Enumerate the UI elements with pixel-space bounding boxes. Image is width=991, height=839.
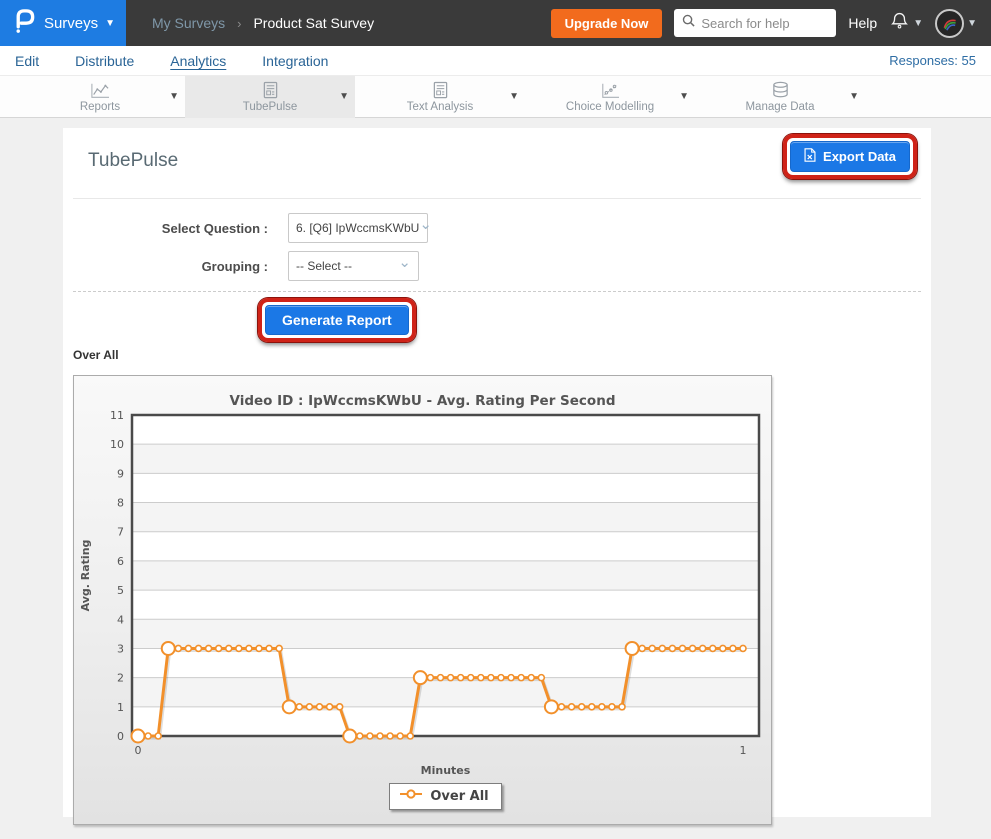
nav-item-distribute[interactable]: Distribute (75, 53, 134, 69)
dashed-divider (73, 291, 921, 292)
brand-product-label: Surveys (44, 15, 98, 32)
card-header: TubePulse Export Data (63, 128, 931, 186)
tab-label: Reports (80, 101, 120, 113)
avatar (935, 9, 964, 38)
responses-count: Responses: 55 (889, 53, 976, 68)
breadcrumb: My Surveys › Product Sat Survey (152, 15, 374, 31)
svg-text:6: 6 (117, 555, 124, 568)
chevron-down-icon[interactable]: ▼ (679, 91, 689, 102)
select-question-label: Select Question : (73, 221, 268, 236)
report-doc-icon (262, 81, 279, 100)
overall-section-label: Over All (73, 348, 931, 362)
breadcrumb-current-survey: Product Sat Survey (253, 15, 374, 31)
account-menu[interactable]: ▼ (935, 9, 977, 38)
svg-text:1: 1 (117, 701, 124, 714)
svg-text:0: 0 (135, 744, 142, 757)
breadcrumb-my-surveys[interactable]: My Surveys (152, 15, 225, 31)
legend-series-marker-icon (400, 787, 422, 805)
legend-series-label: Over All (430, 789, 488, 804)
tab-label: Choice Modelling (566, 101, 654, 113)
notifications-menu[interactable]: ▼ (889, 10, 923, 37)
tab-label: TubePulse (243, 101, 298, 113)
excel-file-icon (804, 148, 816, 165)
tubepulse-chart-panel: Video ID : IpWccmsKWbU - Avg. Rating Per… (73, 375, 772, 825)
grouping-dropdown[interactable]: -- Select -- ⌄ (288, 251, 419, 281)
svg-text:Avg. Rating: Avg. Rating (79, 540, 92, 612)
annotation-highlight-export: Export Data (783, 134, 917, 179)
svg-text:4: 4 (117, 613, 124, 626)
svg-text:3: 3 (117, 642, 124, 655)
scatter-chart-icon (599, 81, 621, 100)
page-title: TubePulse (88, 150, 178, 171)
rating-line-chart: 0 1 2 3 4 5 6 7 8 9 10 11 Avg. Rating 0 1 (74, 409, 771, 761)
select-question-row: Select Question : 6. [Q6] IpWccmsKWbU ⌄ (73, 213, 931, 243)
svg-text:9: 9 (117, 467, 124, 480)
svg-text:11: 11 (110, 409, 124, 422)
breadcrumb-separator-icon: › (237, 16, 241, 31)
line-chart-icon (89, 81, 111, 100)
tab-label: Manage Data (745, 101, 814, 113)
chevron-down-icon: ▼ (105, 18, 115, 29)
database-icon (771, 81, 790, 100)
svg-text:7: 7 (117, 526, 124, 539)
bell-icon (889, 10, 910, 37)
brand-menu[interactable]: Surveys ▼ (0, 0, 126, 46)
upgrade-now-button[interactable]: Upgrade Now (551, 9, 663, 38)
chevron-down-icon: ⌄ (398, 259, 411, 267)
topnav-right-group: Upgrade Now Help ▼ (551, 9, 991, 38)
select-question-value: 6. [Q6] IpWccmsKWbU (296, 221, 419, 235)
tab-label: Text Analysis (407, 101, 473, 113)
grouping-row: Grouping : -- Select -- ⌄ (73, 251, 931, 281)
chart-title: Video ID : IpWccmsKWbU - Avg. Rating Per… (74, 376, 771, 409)
generate-report-button[interactable]: Generate Report (265, 305, 409, 335)
help-search[interactable] (674, 9, 836, 37)
select-question-dropdown[interactable]: 6. [Q6] IpWccmsKWbU ⌄ (288, 213, 428, 243)
grouping-label: Grouping : (73, 259, 268, 274)
chevron-down-icon: ⌄ (419, 221, 432, 229)
annotation-highlight-generate: Generate Report (258, 298, 416, 342)
chevron-down-icon: ▼ (967, 18, 977, 29)
questionpro-logo-icon (11, 5, 37, 42)
tab-reports[interactable]: Reports ▼ (15, 76, 185, 118)
tab-text-analysis[interactable]: Text Analysis ▼ (355, 76, 525, 118)
search-icon (682, 14, 695, 32)
export-data-button[interactable]: Export Data (790, 141, 910, 172)
export-data-label: Export Data (823, 149, 896, 164)
report-doc-icon (432, 81, 449, 100)
chevron-down-icon[interactable]: ▼ (849, 91, 859, 102)
svg-text:10: 10 (110, 438, 124, 451)
svg-text:8: 8 (117, 497, 124, 510)
nav-item-edit[interactable]: Edit (15, 53, 39, 69)
legend-item-overall[interactable]: Over All (389, 783, 501, 810)
svg-text:0: 0 (117, 730, 124, 743)
content-card: TubePulse Export Data Select Quest (63, 128, 931, 817)
analytics-tabbar: Reports▼TubePulse▼Text Analysis▼Choice M… (0, 76, 991, 118)
chevron-down-icon[interactable]: ▼ (339, 91, 349, 102)
tab-tubepulse[interactable]: TubePulse ▼ (185, 76, 355, 118)
nav-item-integration[interactable]: Integration (262, 53, 328, 69)
survey-section-nav: Edit Distribute Analytics Integration Respo… (0, 46, 991, 76)
tab-choice-modelling[interactable]: Choice Modelling ▼ (525, 76, 695, 118)
svg-text:5: 5 (117, 584, 124, 597)
page: Surveys ▼ My Surveys › Product Sat Surve… (0, 0, 991, 839)
chart-legend: Over All (132, 783, 759, 810)
chevron-down-icon[interactable]: ▼ (509, 91, 519, 102)
help-link[interactable]: Help (848, 15, 877, 31)
top-navbar: Surveys ▼ My Surveys › Product Sat Surve… (0, 0, 991, 46)
grouping-value: -- Select -- (296, 259, 398, 273)
svg-text:1: 1 (740, 744, 747, 757)
chart-x-axis-title: Minutes (132, 764, 759, 777)
tab-manage-data[interactable]: Manage Data ▼ (695, 76, 865, 118)
chevron-down-icon[interactable]: ▼ (169, 91, 179, 102)
chevron-down-icon: ▼ (913, 18, 923, 29)
svg-text:2: 2 (117, 672, 124, 685)
nav-item-analytics[interactable]: Analytics (170, 53, 226, 69)
search-input[interactable] (701, 16, 821, 31)
report-form: Select Question : 6. [Q6] IpWccmsKWbU ⌄ … (63, 199, 931, 281)
